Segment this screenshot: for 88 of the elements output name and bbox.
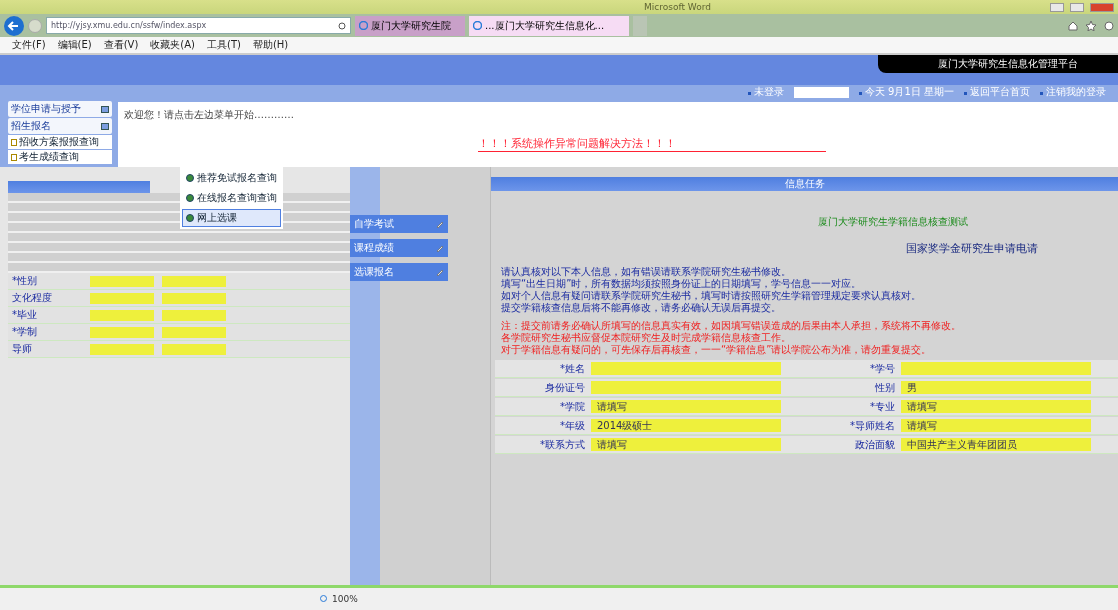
zoom-level[interactable]: 100% — [332, 594, 358, 604]
menu-item[interactable]: 收藏夹(A) — [150, 38, 195, 52]
input-field[interactable] — [90, 343, 154, 355]
form-label: *学制 — [12, 325, 38, 339]
input-field[interactable] — [90, 292, 154, 304]
input-field[interactable] — [90, 275, 154, 287]
input-field[interactable] — [591, 381, 781, 394]
menu-item[interactable]: 自学考试 — [350, 215, 448, 233]
form-label: *联系方式 — [539, 437, 585, 452]
form-label: 性别 — [874, 380, 895, 395]
menu-item[interactable]: 课程成绩 — [350, 239, 448, 257]
new-tab-button[interactable] — [633, 15, 647, 36]
page-subheading: 国家奖学金研究生申请电请 — [906, 241, 1038, 256]
globe-icon — [186, 194, 194, 202]
search-icon[interactable] — [338, 21, 346, 30]
input-field[interactable] — [162, 275, 226, 287]
menu-item[interactable]: 编辑(E) — [57, 38, 92, 52]
input-field[interactable] — [90, 309, 154, 321]
input-field[interactable] — [162, 292, 226, 304]
menu-item[interactable]: 在线报名查询查询 — [182, 189, 281, 207]
instruction-text: 各学院研究生秘书应督促本院研究生及时完成学籍信息核查工作。 — [500, 332, 792, 344]
menu-item[interactable]: 推荐免试报名查询 — [182, 169, 281, 187]
menu-item[interactable]: 帮助(H) — [252, 38, 289, 52]
form-label: *专业 — [869, 399, 895, 414]
sidebar-section[interactable]: 学位申请与授予 — [8, 101, 112, 117]
input-field[interactable]: 请填写 — [591, 438, 781, 451]
input-field[interactable]: 请填写 — [591, 400, 781, 413]
input-field[interactable]: 男 — [901, 381, 1091, 394]
sidebar-item[interactable]: 考生成绩查询 — [8, 150, 112, 164]
portal-title: 厦门大学研究生信息化管理平台 — [878, 55, 1118, 73]
form-label: *导师姓名 — [849, 418, 895, 433]
login-field[interactable] — [793, 86, 849, 98]
form-label: 政治面貌 — [854, 437, 895, 452]
form-label: 导师 — [12, 342, 33, 356]
address-field[interactable]: http://yjsy.xmu.edu.cn/ssfw/index.aspx — [46, 17, 351, 34]
menu-item[interactable]: 工具(T) — [207, 38, 241, 52]
input-field[interactable] — [162, 343, 226, 355]
menu-item[interactable]: 选课报名 — [350, 263, 448, 281]
input-field[interactable]: 请填写 — [901, 400, 1091, 413]
input-field[interactable] — [162, 326, 226, 338]
instruction-text: 提交学籍核查信息后将不能再修改，请务必确认无误后再提交。 — [500, 302, 782, 314]
welcome-text: 欢迎您！请点击左边菜单开始………… — [123, 108, 295, 122]
sidebar-section[interactable]: 招生报名 — [8, 118, 112, 134]
form-label: *学号 — [869, 361, 895, 376]
maximize-button[interactable] — [1070, 2, 1084, 12]
instruction-text: 如对个人信息有疑问请联系学院研究生秘书，填写时请按照研究生学籍管理规定要求认真核对。 — [500, 290, 922, 302]
alert-link[interactable]: ！！！系统操作异常问题解决方法！！！ — [478, 136, 826, 152]
pencil-icon — [436, 268, 444, 276]
home-icon[interactable] — [1068, 20, 1078, 31]
star-icon[interactable] — [1086, 20, 1096, 31]
input-field[interactable] — [901, 362, 1091, 375]
globe-icon — [186, 174, 194, 182]
form-label: *年级 — [559, 418, 585, 433]
sidebar-section-label: 学位申请与授予 — [11, 102, 81, 116]
panel-title: 信息任务 — [491, 177, 1118, 191]
instruction-text: 注：提交前请务必确认所填写的信息真实有效，如因填写错误造成的后果由本人承担，系统将不再修改。 — [500, 320, 962, 332]
instruction-text: 填写“出生日期”时，所有数据均须按照身份证上的日期填写，学号信息一一对应。 — [500, 278, 863, 290]
instruction-text: 对于学籍信息有疑问的，可先保存后再核查，一一“学籍信息”请以学院公布为准，请勿重复提交。 — [500, 344, 933, 356]
close-button[interactable] — [1090, 2, 1114, 12]
menu-item[interactable]: 查看(V) — [103, 38, 139, 52]
form-label: *姓名 — [559, 361, 585, 376]
input-field[interactable] — [90, 326, 154, 338]
form-label: *毕业 — [12, 308, 38, 322]
menu-item[interactable]: 文件(F) — [12, 38, 46, 52]
form-label: *学院 — [559, 399, 585, 414]
globe-icon — [186, 214, 194, 222]
page-heading: 厦门大学研究生学籍信息核查测试 — [818, 215, 968, 229]
folder-icon — [101, 122, 109, 130]
instruction-text: 请认真核对以下本人信息，如有错误请联系学院研究生秘书修改。 — [500, 266, 792, 278]
window-title: Microsoft Word — [644, 2, 711, 12]
input-field[interactable] — [591, 362, 781, 375]
sidebar-item[interactable]: 招收方案报报查询 — [8, 135, 112, 149]
folder-icon — [101, 105, 109, 113]
pencil-icon — [436, 220, 444, 228]
sidebar-section-label: 招生报名 — [11, 119, 51, 133]
input-field[interactable]: 2014级硕士 — [591, 419, 781, 432]
input-field[interactable]: 中国共产主义青年团团员 — [901, 438, 1091, 451]
minimize-button[interactable] — [1050, 2, 1064, 12]
browser-tab[interactable]: 厦门大学研究生院 — [355, 15, 465, 36]
menu-item[interactable]: 网上选课 — [182, 209, 281, 227]
form-label: 身份证号 — [544, 380, 585, 395]
input-field[interactable] — [162, 309, 226, 321]
zoom-icon[interactable] — [320, 595, 328, 603]
pencil-icon — [436, 244, 444, 252]
browser-tab[interactable]: ...厦门大学研究生信息化... — [469, 15, 629, 36]
form-label: 文化程度 — [12, 291, 53, 305]
input-field[interactable]: 请填写 — [901, 419, 1091, 432]
form-label: *性别 — [12, 274, 38, 288]
